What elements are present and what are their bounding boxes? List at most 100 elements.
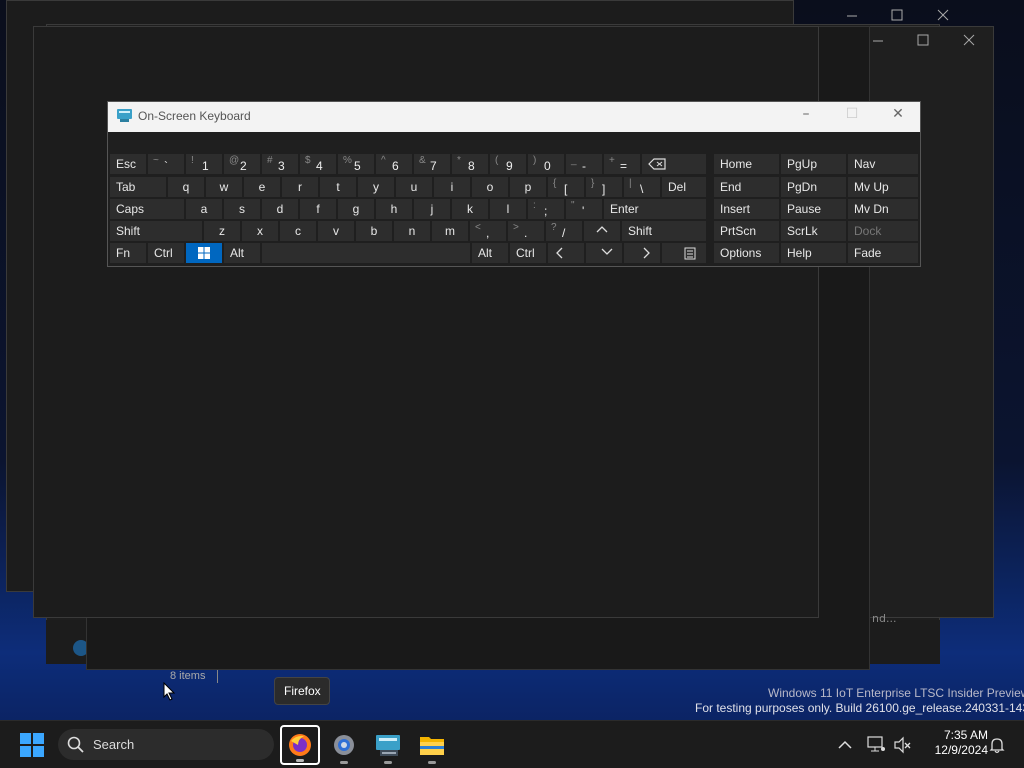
key-number-12[interactable]: + = — [604, 154, 640, 174]
taskbar-file-explorer[interactable] — [412, 725, 452, 765]
key-caps[interactable]: Caps — [110, 199, 184, 219]
key-arrow-down[interactable] — [586, 243, 622, 263]
taskbar-on-screen-keyboard[interactable] — [368, 725, 408, 765]
key-ctrl-right[interactable]: Ctrl — [510, 243, 546, 263]
key-enter[interactable]: Enter — [604, 199, 706, 219]
key-number-3[interactable]: #3 — [262, 154, 298, 174]
volume-muted-icon[interactable] — [893, 735, 913, 755]
key-options[interactable]: Options — [714, 243, 779, 263]
taskbar-firefox[interactable] — [280, 725, 320, 765]
show-hidden-icons-chevron-icon[interactable] — [835, 735, 855, 755]
key-letter-p[interactable]: p — [510, 177, 546, 197]
key-backspace[interactable] — [642, 154, 706, 174]
minimize-icon[interactable] — [842, 6, 862, 26]
key-symbol-home-0[interactable]: :; — [528, 199, 564, 219]
maximize-icon[interactable] — [913, 31, 933, 51]
key-help[interactable]: Help — [781, 243, 846, 263]
key-arrow-left[interactable] — [548, 243, 584, 263]
key-letter-q[interactable]: q — [168, 177, 204, 197]
key-symbol-bottom-2[interactable]: ? / — [546, 221, 582, 241]
key-number-1[interactable]: ! 1 — [186, 154, 222, 174]
key-home[interactable]: Home — [714, 154, 779, 174]
key-arrow-up[interactable] — [584, 221, 620, 241]
key-letter-k[interactable]: k — [452, 199, 488, 219]
key-number-6[interactable]: ^ 6 — [376, 154, 412, 174]
key-symbol-bottom-0[interactable]: <, — [470, 221, 506, 241]
key-letter-j[interactable]: j — [414, 199, 450, 219]
key-alt-left[interactable]: Alt — [224, 243, 260, 263]
key-end[interactable]: End — [714, 177, 779, 197]
key-letter-z[interactable]: z — [204, 221, 240, 241]
key-letter-h[interactable]: h — [376, 199, 412, 219]
key-number-4[interactable]: $4 — [300, 154, 336, 174]
key-letter-c[interactable]: c — [280, 221, 316, 241]
key-letter-d[interactable]: d — [262, 199, 298, 219]
key-number-10[interactable]: ) 0 — [528, 154, 564, 174]
key-pgdn[interactable]: PgDn — [781, 177, 846, 197]
key-number-9[interactable]: (9 — [490, 154, 526, 174]
taskbar-search-box[interactable]: Search — [58, 729, 274, 760]
key-letter-e[interactable]: e — [244, 177, 280, 197]
key-menu[interactable] — [662, 243, 706, 263]
minimize-icon[interactable]: – — [791, 106, 821, 122]
key-alt-right[interactable]: Alt — [472, 243, 508, 263]
key-shift-right[interactable]: Shift — [622, 221, 706, 241]
taskbar-settings[interactable] — [324, 725, 364, 765]
key-number-0[interactable]: ~ ` — [148, 154, 184, 174]
key-symbol-1[interactable]: }] — [586, 177, 622, 197]
key-letter-s[interactable]: s — [224, 199, 260, 219]
key-mv-dn[interactable]: Mv Dn — [848, 199, 918, 219]
key-tab[interactable]: Tab — [110, 177, 166, 197]
key-number-8[interactable]: * 8 — [452, 154, 488, 174]
key-letter-o[interactable]: o — [472, 177, 508, 197]
key-symbol-2[interactable]: | \ — [624, 177, 660, 197]
close-icon[interactable]: ✕ — [883, 106, 913, 122]
key-letter-u[interactable]: u — [396, 177, 432, 197]
key-letter-f[interactable]: f — [300, 199, 336, 219]
key-pause[interactable]: Pause — [781, 199, 846, 219]
key-letter-y[interactable]: y — [358, 177, 394, 197]
close-icon[interactable] — [959, 31, 979, 51]
network-icon[interactable] — [866, 735, 888, 755]
key-letter-i[interactable]: i — [434, 177, 470, 197]
key-letter-g[interactable]: g — [338, 199, 374, 219]
key-fade[interactable]: Fade — [848, 243, 918, 263]
start-button[interactable] — [12, 725, 52, 765]
key-number-2[interactable]: @2 — [224, 154, 260, 174]
key-letter-v[interactable]: v — [318, 221, 354, 241]
notifications-bell-icon[interactable] — [987, 735, 1007, 755]
key-windows[interactable] — [186, 243, 222, 263]
key-letter-n[interactable]: n — [394, 221, 430, 241]
osk-title-bar[interactable]: On-Screen Keyboard – ☐ ✕ — [108, 102, 920, 132]
key-scrlk[interactable]: ScrLk — [781, 221, 846, 241]
key-del[interactable]: Del — [662, 177, 706, 197]
minimize-icon[interactable] — [868, 31, 888, 51]
key-symbol-bottom-1[interactable]: >. — [508, 221, 544, 241]
key-letter-l[interactable]: l — [490, 199, 526, 219]
key-letter-r[interactable]: r — [282, 177, 318, 197]
clock[interactable]: 7:35 AM 12/9/2024 — [918, 728, 988, 762]
key-prtscn[interactable]: PrtScn — [714, 221, 779, 241]
key-mv-up[interactable]: Mv Up — [848, 177, 918, 197]
key-letter-m[interactable]: m — [432, 221, 468, 241]
key-esc[interactable]: Esc — [110, 154, 146, 174]
key-arrow-right[interactable] — [624, 243, 660, 263]
key-letter-w[interactable]: w — [206, 177, 242, 197]
key-shift-left[interactable]: Shift — [110, 221, 202, 241]
key-nav[interactable]: Nav — [848, 154, 918, 174]
key-symbol-0[interactable]: {[ — [548, 177, 584, 197]
key-number-11[interactable]: _ - — [566, 154, 602, 174]
key-fn[interactable]: Fn — [110, 243, 146, 263]
key-ctrl-left[interactable]: Ctrl — [148, 243, 184, 263]
maximize-icon[interactable] — [887, 6, 907, 26]
key-insert[interactable]: Insert — [714, 199, 779, 219]
key-letter-b[interactable]: b — [356, 221, 392, 241]
key-number-5[interactable]: % 5 — [338, 154, 374, 174]
key-letter-a[interactable]: a — [186, 199, 222, 219]
key-pgup[interactable]: PgUp — [781, 154, 846, 174]
key-letter-x[interactable]: x — [242, 221, 278, 241]
key-symbol-home-1[interactable]: " ' — [566, 199, 602, 219]
key-number-7[interactable]: & 7 — [414, 154, 450, 174]
key-space[interactable] — [262, 243, 470, 263]
key-letter-t[interactable]: t — [320, 177, 356, 197]
